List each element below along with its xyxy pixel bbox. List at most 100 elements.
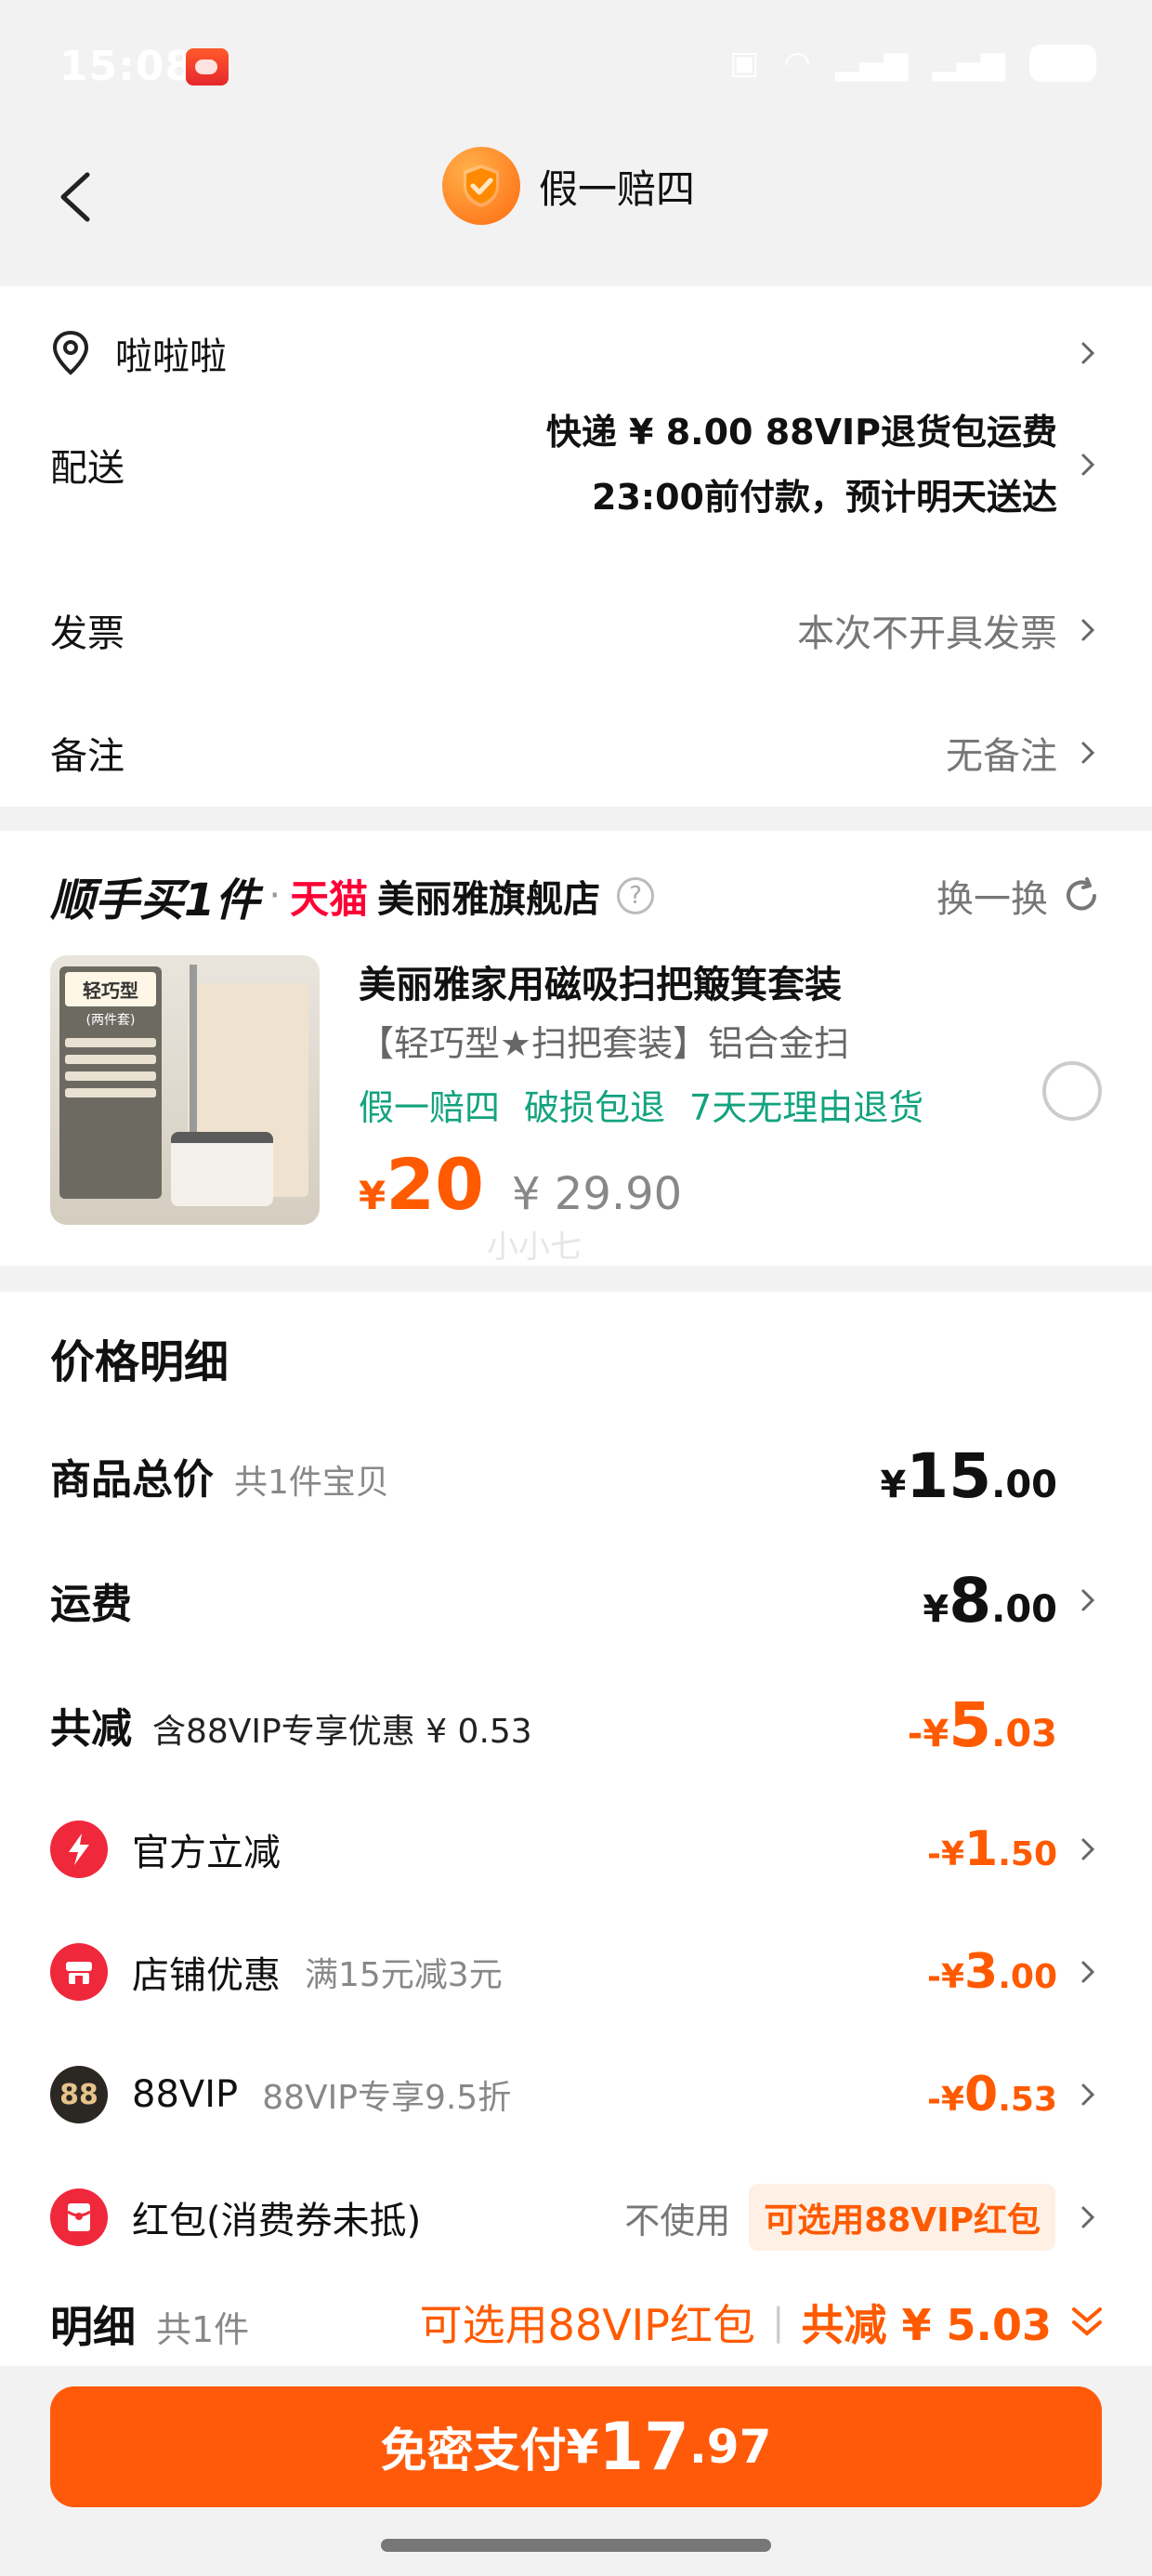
subtotal-label: 商品总价 [50, 1456, 214, 1504]
discount-official-sign: -¥ [927, 1835, 965, 1873]
summary-divider: | [771, 2301, 785, 2344]
thumbnail-badge-title: 轻巧型 [65, 972, 156, 1006]
red-packet-icon [50, 2188, 108, 2246]
subtotal-count: 共1件宝贝 [234, 1464, 389, 1502]
total-discount-sub: 含88VIP专享优惠 ¥ 0.53 [152, 1713, 532, 1751]
shipping-eta-text: 23:00前付款，预计明天送达 [592, 477, 1057, 518]
total-discount-int: 5 [949, 1689, 992, 1761]
total-discount-dec: .03 [991, 1712, 1057, 1755]
total-discount-sign: -¥ [907, 1712, 949, 1755]
location-pin-icon [52, 330, 89, 375]
pay-int: 17 [598, 2409, 689, 2485]
freight-int: 8 [949, 1564, 992, 1636]
vip-88-icon: 88 [50, 2066, 108, 2123]
product-thumbnail[interactable]: 轻巧型 (两件套) [50, 955, 320, 1225]
addon-title: 顺手买1件 [50, 874, 260, 927]
bottom-summary-bar[interactable]: 明细 共1件 可选用88VIP红包 | 共减 ¥ 5.03 [0, 2273, 1152, 2366]
discount-88vip-amount: -¥0.53 [927, 2067, 1057, 2123]
pay-button[interactable]: 免密支付 ¥17.97 [50, 2386, 1102, 2507]
discount-88vip-dec: .53 [998, 2081, 1057, 2119]
remark-row[interactable]: 备注 无备注 [50, 706, 1102, 799]
remark-label: 备注 [50, 735, 124, 778]
chevron-right-icon [1081, 453, 1095, 476]
product-price-value: 20 [386, 1143, 484, 1226]
subtotal-row: 商品总价 共1件宝贝 ¥15.00 [50, 1429, 1102, 1522]
thumbnail-badge: 轻巧型 (两件套) [59, 966, 162, 1199]
product-original-price: ¥ 29.90 [512, 1168, 683, 1220]
refresh-icon [1067, 877, 1096, 911]
watermark-text: 小小七 [487, 1229, 582, 1266]
pay-label: 免密支付 [380, 2424, 567, 2477]
chevron-right-icon [1081, 1589, 1095, 1611]
subtotal-amount: ¥15.00 [880, 1440, 1057, 1512]
total-discount-label: 共减 [50, 1705, 132, 1753]
total-discount-amount: -¥5.03 [908, 1689, 1057, 1761]
subtotal-int: 15 [906, 1439, 992, 1512]
chevron-right-icon [1081, 742, 1095, 764]
back-arrow-icon[interactable] [43, 160, 117, 234]
thumbnail-badge-sub: (两件套) [85, 1013, 136, 1028]
remark-value: 无备注 [946, 735, 1057, 778]
tag-damage-return: 破损包退 [524, 1087, 666, 1128]
price-detail-card: 价格明细 商品总价 共1件宝贝 ¥15.00 运费 ¥8.00 共减 含88VI… [0, 1292, 1152, 2351]
product-select-radio[interactable] [1042, 1061, 1102, 1121]
home-indicator[interactable] [381, 2539, 771, 2552]
nav-bar: 假一赔四 [0, 138, 1152, 286]
double-chevron-down-icon [1072, 2307, 1102, 2336]
freight-row[interactable]: 运费 ¥8.00 [50, 1554, 1102, 1647]
shield-check-icon [442, 147, 520, 225]
swap-label: 换一换 [936, 878, 1048, 921]
battery-icon [1029, 45, 1096, 82]
redpacket-88vip-tag[interactable]: 可选用88VIP红包 [749, 2184, 1055, 2251]
invoice-label: 发票 [50, 612, 124, 655]
price-detail-title: 价格明细 [50, 1336, 229, 1388]
discount-official-int: 1 [964, 1821, 999, 1877]
tag-7day-return: 7天无理由退货 [689, 1087, 924, 1128]
addon-dot: · [268, 874, 281, 917]
summary-redpacket-hint: 可选用88VIP红包 [419, 2300, 755, 2350]
freight-dec: .00 [991, 1587, 1057, 1631]
redpacket-label: 红包(消费券未抵) [132, 2200, 422, 2242]
summary-saved: 共减 ¥ 5.03 [801, 2300, 1052, 2350]
discount-store-label: 店铺优惠 [132, 1954, 281, 1997]
store-name[interactable]: 美丽雅旗舰店 [377, 869, 600, 923]
discount-store-row[interactable]: 店铺优惠 满15元减3元 -¥3.00 [50, 1925, 1102, 2018]
discount-official-label: 官方立减 [132, 1832, 281, 1874]
redpacket-row[interactable]: 红包(消费券未抵) 不使用 可选用88VIP红包 [50, 2171, 1102, 2264]
address-row[interactable]: 啦啦啦 [50, 320, 1102, 387]
discount-88vip-row[interactable]: 88 88VIP 88VIP专享9.5折 -¥0.53 [50, 2048, 1102, 2141]
signal-icon: ▂▄▆ [835, 45, 909, 82]
discount-official-row[interactable]: 官方立减 -¥1.50 [50, 1803, 1102, 1896]
swap-button[interactable]: 换一换 [936, 869, 1102, 923]
lightning-icon [50, 1820, 108, 1878]
discount-88vip-int: 0 [964, 2067, 999, 2123]
status-bar: 15:08 ▣ ◠ ▂▄▆ ▂▄▆ [0, 0, 1152, 138]
discount-store-dec: .00 [998, 1958, 1057, 1996]
tag-fake-compensation: 假一赔四 [359, 1087, 501, 1128]
tmall-logo: 天猫 [290, 875, 369, 922]
product-price: ¥20 [359, 1143, 484, 1226]
addon-card: 顺手买1件 · 天猫 美丽雅旗舰店 ? 换一换 轻巧型 (两件套) 美丽雅家用磁… [0, 831, 1152, 1266]
page-title: 假一赔四 [442, 143, 695, 229]
discount-store-sub: 满15元减3元 [305, 1956, 503, 1994]
shipping-label: 配送 [50, 447, 124, 490]
addon-header: 顺手买1件 · 天猫 美丽雅旗舰店 ? 换一换 [50, 859, 1102, 933]
product-tags: 假一赔四 破损包退 7天无理由退货 [359, 1074, 1028, 1141]
product-info[interactable]: 美丽雅家用磁吸扫把簸箕套装 【轻巧型★扫把套装】铝合金扫 假一赔四 破损包退 7… [359, 957, 1028, 1226]
invoice-row[interactable]: 发票 本次不开具发票 [50, 584, 1102, 677]
delivery-card: 啦啦啦 配送 快递 ¥ 8.00 88VIP退货包运费 23:00前付款，预计明… [0, 286, 1152, 807]
freight-amount: ¥8.00 [923, 1565, 1057, 1636]
page-title-text: 假一赔四 [539, 165, 696, 212]
discount-88vip-sign: -¥ [927, 2081, 965, 2119]
freight-symbol: ¥ [923, 1587, 949, 1631]
summary-count: 共1件 [156, 2309, 250, 2350]
app-notification-icon [186, 48, 229, 85]
subtotal-dec: .00 [991, 1463, 1057, 1506]
discount-store-amount: -¥3.00 [927, 1944, 1057, 2000]
discount-88vip-sub: 88VIP专享9.5折 [262, 2079, 512, 2117]
chevron-right-icon [1081, 2083, 1095, 2106]
discount-88vip-label: 88VIP [132, 2073, 239, 2116]
subtotal-symbol: ¥ [880, 1463, 907, 1506]
shipping-row[interactable]: 配送 快递 ¥ 8.00 88VIP退货包运费 23:00前付款，预计明天送达 [50, 396, 1102, 533]
help-icon[interactable]: ? [617, 877, 655, 914]
